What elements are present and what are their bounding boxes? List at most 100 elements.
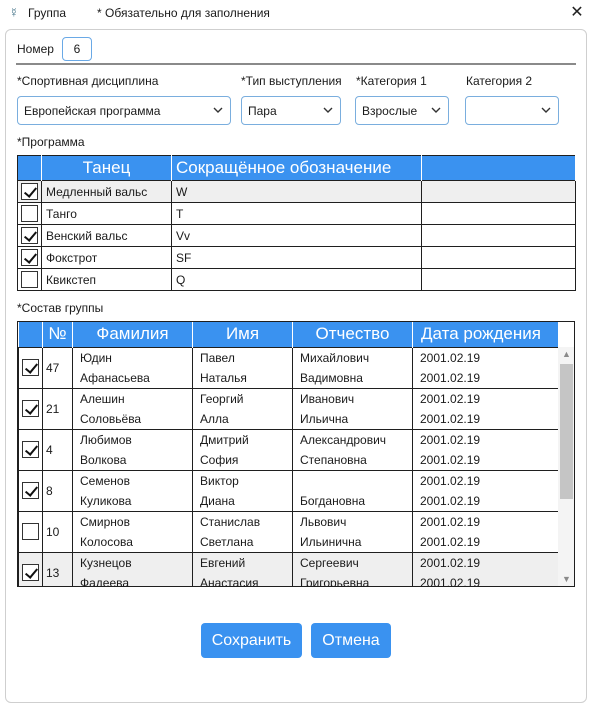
- category2-label: Категория 2: [466, 74, 533, 88]
- surname-cell[interactable]: Смирнов Колосова: [72, 510, 193, 553]
- dob-cell[interactable]: 2001.02.19 2001.02.19: [412, 346, 559, 389]
- program-row[interactable]: Венский вальс Vv: [17, 224, 576, 247]
- program-header-abbr[interactable]: Сокращённое обозначение: [171, 155, 422, 181]
- surname-cell[interactable]: Кузнецов Фадеева: [72, 551, 193, 586]
- program-row[interactable]: Медленный вальс W: [17, 180, 576, 203]
- abbr-cell[interactable]: Q: [171, 268, 422, 291]
- chevron-down-icon: [431, 107, 441, 113]
- number-field[interactable]: 6: [62, 37, 92, 61]
- dance-cell[interactable]: Квикстеп: [41, 268, 172, 291]
- header-corner: [558, 322, 574, 347]
- performance-type-select[interactable]: Пара: [241, 96, 341, 125]
- dob-line-1: 2001.02.19: [420, 350, 481, 365]
- number-cell[interactable]: 47: [42, 346, 73, 389]
- number-cell[interactable]: 21: [42, 387, 73, 430]
- dance-cell[interactable]: Венский вальс: [41, 224, 172, 247]
- scrollbar-thumb[interactable]: [560, 364, 573, 499]
- group-row[interactable]: 8 Семенов Куликова Виктор Диана Богдановна 200…: [18, 469, 559, 512]
- surname-cell[interactable]: Семенов Куликова: [72, 469, 193, 512]
- patronymic-line-2: Степановна: [300, 452, 367, 467]
- member-checkbox[interactable]: [22, 441, 39, 458]
- abbr-cell[interactable]: W: [171, 180, 422, 203]
- program-checkbox[interactable]: [21, 249, 38, 266]
- dob-cell[interactable]: 2001.02.19 2001.02.19: [412, 510, 559, 553]
- member-checkbox[interactable]: [22, 359, 39, 376]
- name-cell[interactable]: Евгений Анастасия: [192, 551, 293, 587]
- name-cell[interactable]: Виктор Диана: [192, 469, 293, 512]
- patronymic-cell[interactable]: Александрович Степановна: [292, 428, 413, 471]
- patronymic-cell[interactable]: Михайлович Вадимовна: [292, 346, 413, 389]
- empty-cell: [421, 246, 576, 269]
- discipline-select[interactable]: Европейская программа: [17, 96, 231, 125]
- number-cell[interactable]: 13: [42, 551, 73, 586]
- close-icon[interactable]: ✕: [566, 2, 588, 24]
- vertical-scrollbar[interactable]: ▲ ▼: [558, 347, 574, 586]
- group-header-dob[interactable]: Дата рождения: [412, 322, 559, 347]
- program-row[interactable]: Танго T: [17, 202, 576, 225]
- dob-cell[interactable]: 2001.02.19 2001.02.19: [412, 428, 559, 471]
- name-cell[interactable]: Георгий Алла: [192, 387, 293, 430]
- member-checkbox[interactable]: [22, 564, 39, 581]
- patronymic-line-2: Богдановна: [300, 493, 366, 508]
- divider: [16, 63, 576, 65]
- dance-cell[interactable]: Фокстрот: [41, 246, 172, 269]
- name-cell[interactable]: Павел Наталья: [192, 346, 293, 389]
- scroll-down-icon[interactable]: ▼: [561, 574, 572, 584]
- group-header-check: [18, 322, 43, 347]
- dance-cell[interactable]: Танго: [41, 202, 172, 225]
- required-note: * Обязательно для заполнения: [97, 6, 270, 20]
- save-button[interactable]: Сохранить: [201, 623, 302, 658]
- program-checkbox[interactable]: [21, 205, 38, 222]
- dob-line-1: 2001.02.19: [420, 473, 481, 488]
- group-header-patronymic[interactable]: Отчество: [292, 322, 413, 347]
- dob-cell[interactable]: 2001.02.19 2001.02.19: [412, 551, 559, 586]
- member-checkbox[interactable]: [22, 400, 39, 417]
- scroll-up-icon[interactable]: ▲: [561, 349, 572, 359]
- patronymic-cell[interactable]: Сергеевич Григорьевна: [292, 551, 413, 586]
- group-row[interactable]: 10 Смирнов Колосова Станислав Светлана Львови…: [18, 510, 559, 553]
- dob-cell[interactable]: 2001.02.19 2001.02.19: [412, 387, 559, 430]
- dob-cell[interactable]: 2001.02.19 2001.02.19: [412, 469, 559, 512]
- group-header-surname[interactable]: Фамилия: [72, 322, 193, 347]
- category2-select[interactable]: [465, 96, 559, 125]
- abbr-cell[interactable]: SF: [171, 246, 422, 269]
- number-cell[interactable]: 4: [42, 428, 73, 471]
- name-line-2: Анастасия: [200, 575, 259, 587]
- program-checkbox[interactable]: [21, 227, 38, 244]
- patronymic-cell[interactable]: Львович Ильинична: [292, 510, 413, 553]
- program-row[interactable]: Фокстрот SF: [17, 246, 576, 269]
- abbr-cell[interactable]: T: [171, 202, 422, 225]
- group-row[interactable]: 4 Любимов Волкова Дмитрий София Александрович…: [18, 428, 559, 471]
- number-cell[interactable]: 10: [42, 510, 73, 553]
- program-row[interactable]: Квикстеп Q: [17, 268, 576, 291]
- patronymic-cell[interactable]: Иванович Ильична: [292, 387, 413, 430]
- group-header-number[interactable]: №: [42, 322, 73, 347]
- group-row[interactable]: 47 Юдин Афанасьева Павел Наталья Михайлович Ва…: [18, 346, 559, 389]
- member-check-cell: [18, 346, 43, 389]
- name-cell[interactable]: Дмитрий София: [192, 428, 293, 471]
- dance-cell[interactable]: Медленный вальс: [41, 180, 172, 203]
- abbr-cell[interactable]: Vv: [171, 224, 422, 247]
- category1-select[interactable]: Взрослые: [355, 96, 449, 125]
- member-checkbox[interactable]: [22, 482, 39, 499]
- program-checkbox[interactable]: [21, 183, 38, 200]
- group-header-name[interactable]: Имя: [192, 322, 293, 347]
- empty-cell: [421, 202, 576, 225]
- surname-line-2: Волкова: [80, 452, 127, 467]
- surname-line-1: Семенов: [80, 473, 130, 488]
- number-cell[interactable]: 8: [42, 469, 73, 512]
- surname-cell[interactable]: Любимов Волкова: [72, 428, 193, 471]
- member-checkbox[interactable]: [22, 523, 39, 540]
- cancel-button[interactable]: Отмена: [311, 623, 391, 658]
- program-checkbox[interactable]: [21, 271, 38, 288]
- surname-cell[interactable]: Алешин Соловьёва: [72, 387, 193, 430]
- name-cell[interactable]: Станислав Светлана: [192, 510, 293, 553]
- number-label: Номер: [17, 42, 54, 56]
- group-row[interactable]: 21 Алешин Соловьёва Георгий Алла Иванович Ильи…: [18, 387, 559, 430]
- surname-cell[interactable]: Юдин Афанасьева: [72, 346, 193, 389]
- program-header-dance[interactable]: Танец: [41, 155, 172, 181]
- patronymic-cell[interactable]: Богдановна: [292, 469, 413, 512]
- program-check-cell: [17, 268, 42, 291]
- group-row[interactable]: 13 Кузнецов Фадеева Евгений Анастасия Сергеев…: [18, 551, 559, 587]
- surname-line-1: Юдин: [80, 350, 112, 365]
